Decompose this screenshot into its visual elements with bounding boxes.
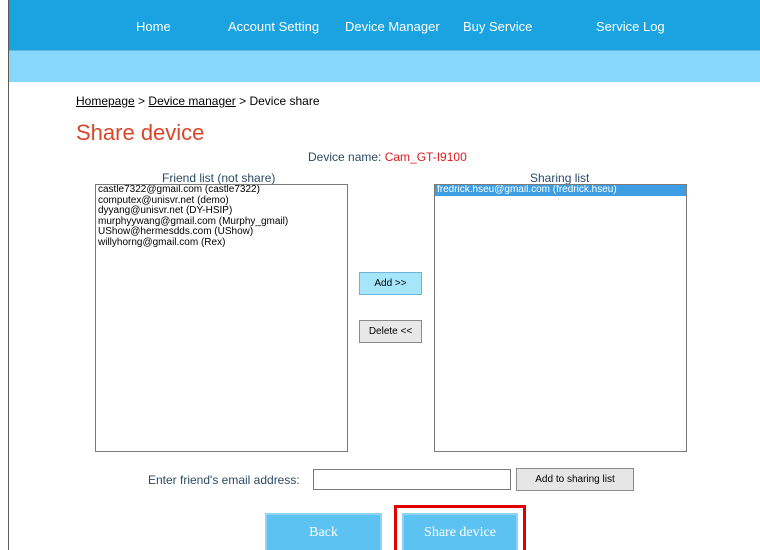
breadcrumb-separator: >: [134, 94, 149, 108]
breadcrumb-separator: >: [235, 94, 250, 108]
device-name-label: Device name:: [308, 150, 385, 164]
email-label: Enter friend's email address:: [148, 473, 300, 487]
friend-email-input[interactable]: [313, 469, 511, 490]
page-title: Share device: [76, 120, 205, 145]
friend-list-item[interactable]: UShow@hermesdds.com (UShow): [96, 226, 347, 238]
add-to-sharing-list-button[interactable]: Add to sharing list: [516, 468, 634, 491]
back-button[interactable]: Back: [265, 513, 382, 550]
device-name-line: Device name: Cam_GT-I9100: [308, 150, 467, 164]
sharing-listbox[interactable]: fredrick.hseu@gmail.com (fredrick.hseu): [434, 184, 687, 452]
breadcrumb-homepage-link[interactable]: Homepage: [76, 94, 135, 108]
friend-list-item[interactable]: willyhorng@gmail.com (Rex): [96, 237, 347, 249]
add-button[interactable]: Add >>: [359, 272, 422, 295]
friend-list-header: Friend list (not share): [162, 171, 276, 185]
page: Home Account Setting Device Manager Buy …: [0, 0, 760, 550]
breadcrumb-device-manager-link[interactable]: Device manager: [148, 94, 235, 108]
device-name-value: Cam_GT-I9100: [384, 150, 467, 164]
breadcrumb-current: Device share: [249, 94, 320, 108]
sharing-list-header: Sharing list: [530, 171, 590, 185]
nav-device-manager[interactable]: Device Manager: [345, 19, 440, 34]
friend-list-item[interactable]: castle7322@gmail.com (castle7322): [96, 185, 347, 196]
nav-buy-service[interactable]: Buy Service: [463, 19, 532, 34]
friend-listbox[interactable]: castle7322@gmail.com (castle7322) comput…: [95, 184, 348, 452]
share-device-button[interactable]: Share device: [402, 513, 518, 550]
top-navigation-bar: Home Account Setting Device Manager Buy …: [9, 0, 760, 51]
breadcrumb: Homepage > Device manager > Device share: [76, 94, 320, 108]
friend-list-item[interactable]: dyyang@unisvr.net (DY-HSIP): [96, 205, 347, 217]
nav-service-log[interactable]: Service Log: [596, 19, 665, 34]
nav-home[interactable]: Home: [136, 19, 171, 34]
sharing-list-item[interactable]: fredrick.hseu@gmail.com (fredrick.hseu): [435, 185, 686, 196]
delete-button[interactable]: Delete <<: [359, 320, 422, 343]
nav-account-setting[interactable]: Account Setting: [228, 19, 319, 34]
frame-border: [8, 0, 9, 550]
sub-navigation-bar: [9, 51, 760, 82]
